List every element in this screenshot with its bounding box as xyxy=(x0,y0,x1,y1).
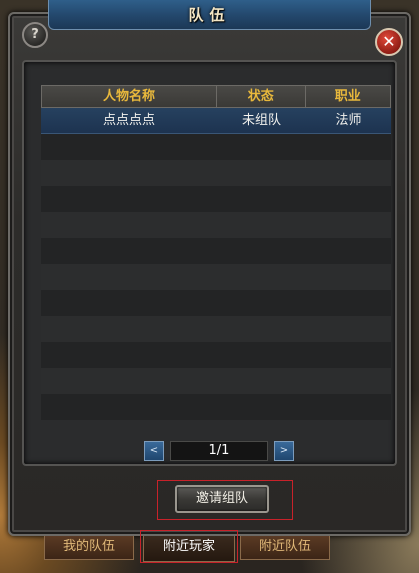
window-title-bar: 队伍 xyxy=(48,0,371,30)
empty-row xyxy=(41,212,391,238)
page-indicator: 1/1 xyxy=(170,441,268,461)
table-row[interactable]: 点点点点 未组队 法师 xyxy=(41,108,391,134)
chevron-right-icon: > xyxy=(279,445,289,456)
invite-team-button[interactable]: 邀请组队 xyxy=(175,485,269,513)
column-header-class: 职业 xyxy=(334,89,361,104)
tab-my-team[interactable]: 我的队伍 xyxy=(44,536,134,560)
empty-row xyxy=(41,368,391,394)
empty-row xyxy=(41,394,391,420)
column-header-status: 状态 xyxy=(217,86,306,107)
empty-row xyxy=(41,134,391,160)
empty-row xyxy=(41,342,391,368)
empty-row xyxy=(41,186,391,212)
empty-row xyxy=(41,290,391,316)
pagination: < 1/1 > xyxy=(144,440,294,462)
empty-row xyxy=(41,160,391,186)
prev-page-button[interactable]: < xyxy=(144,441,164,461)
tab-nearby-teams[interactable]: 附近队伍 xyxy=(240,536,330,560)
table-header: 人物名称 状态 职业 xyxy=(41,85,391,108)
next-page-button[interactable]: > xyxy=(274,441,294,461)
column-header-name: 人物名称 xyxy=(42,86,217,107)
close-button[interactable]: ✕ xyxy=(375,28,403,56)
help-button[interactable]: ? xyxy=(22,22,48,48)
tab-highlight-outline xyxy=(140,530,238,563)
player-table: 人物名称 状态 职业 点点点点 未组队 法师 xyxy=(41,85,391,420)
chevron-left-icon: < xyxy=(149,445,159,456)
cell-player-name: 点点点点 xyxy=(102,113,155,128)
window-title: 队伍 xyxy=(188,6,231,24)
empty-row xyxy=(41,238,391,264)
empty-row xyxy=(41,264,391,290)
game-scene: 队伍 ? ✕ 人物名称 状态 职业 点点点点 未组队 法师 < 1/1 > 邀请… xyxy=(0,0,419,573)
cell-class: 法师 xyxy=(335,113,362,128)
cell-status: 未组队 xyxy=(241,113,281,128)
empty-row xyxy=(41,316,391,342)
